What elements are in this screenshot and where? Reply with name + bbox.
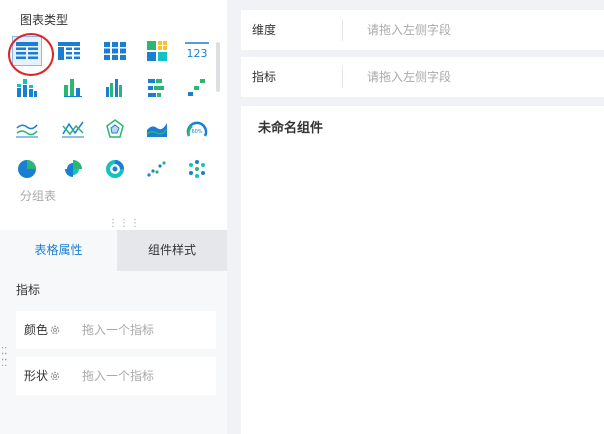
multi-line-icon <box>62 121 84 138</box>
chart-type-area-chart[interactable] <box>142 114 172 144</box>
horizontal-bar-icon <box>148 79 164 97</box>
drop-zone-separator <box>342 66 343 88</box>
chart-type-table[interactable] <box>12 36 42 66</box>
chart-type-scatter[interactable] <box>142 154 172 184</box>
grid-table-icon <box>104 42 126 60</box>
color-metric-input[interactable] <box>82 311 212 349</box>
dimension-placeholder: 请拖入左侧字段 <box>367 23 452 37</box>
chart-type-grouped-bar[interactable] <box>100 73 130 103</box>
component-title[interactable]: 未命名组件 <box>258 117 323 136</box>
shape-metric-field[interactable]: 形状 <box>16 357 216 395</box>
chart-type-waterfall[interactable] <box>182 73 212 103</box>
property-tabs: 表格属性 组件样式 <box>0 230 227 271</box>
grouped-bar-icon <box>106 79 122 97</box>
waterfall-icon <box>188 79 205 96</box>
shape-field-label: 形状 <box>24 369 49 383</box>
chart-type-horizontal-bar[interactable] <box>142 73 172 103</box>
metric-placeholder: 请拖入左侧字段 <box>367 70 452 84</box>
metrics-header: 指标 <box>16 283 41 297</box>
chart-type-kpi-number[interactable]: 123 <box>182 36 212 66</box>
chart-type-grid-table[interactable] <box>100 36 130 66</box>
svg-text:60%: 60% <box>191 129 202 135</box>
chart-type-hover-label: 分组表 <box>20 189 57 203</box>
area-chart-icon <box>146 123 168 137</box>
bubble-icon <box>189 160 205 178</box>
column-bar-icon <box>64 79 82 97</box>
gauge-icon: 60% <box>186 121 208 137</box>
svg-text:123: 123 <box>187 47 208 60</box>
kpi-number-icon: 123 <box>185 42 209 60</box>
chart-type-bubble[interactable] <box>182 154 212 184</box>
rose-pie-icon <box>65 160 82 177</box>
dimension-drop-zone[interactable]: 维度 请拖入左侧字段 <box>241 10 604 50</box>
table-icon <box>16 42 38 59</box>
panel-divider <box>227 0 241 434</box>
chart-type-pie-chart[interactable] <box>12 154 42 184</box>
chart-type-heatmap-table[interactable] <box>142 36 172 66</box>
chart-type-section: 图表类型 123 60% 分组表 ⋮⋮⋮ <box>0 0 227 230</box>
chart-type-radar[interactable] <box>100 114 130 144</box>
chart-type-column-bar[interactable] <box>58 73 88 103</box>
radar-icon <box>106 119 124 138</box>
tab-component-style[interactable]: 组件样式 <box>117 230 227 271</box>
right-panel: 维度 请拖入左侧字段 指标 请拖入左侧字段 未命名组件 <box>241 0 604 434</box>
color-field-label: 颜色 <box>24 323 49 337</box>
left-panel: 图表类型 123 60% 分组表 ⋮⋮⋮ 表格属性 组件样式 指标 颜色 拖入一… <box>0 0 227 434</box>
chart-type-stacked-bar[interactable] <box>12 73 42 103</box>
chart-canvas[interactable]: 未命名组件 <box>241 106 604 434</box>
shape-metric-input[interactable] <box>82 357 212 395</box>
chart-type-multi-line[interactable] <box>58 114 88 144</box>
chart-type-scrollbar[interactable] <box>216 42 220 92</box>
cross-table-icon <box>58 42 80 60</box>
dimension-label: 维度 <box>252 23 277 37</box>
gear-icon[interactable] <box>50 325 60 335</box>
metric-drop-zone[interactable]: 指标 请拖入左侧字段 <box>241 57 604 97</box>
donut-chart-icon <box>106 160 124 178</box>
chart-type-line-chart[interactable] <box>12 114 42 144</box>
line-chart-icon <box>16 124 38 138</box>
tab-table-properties[interactable]: 表格属性 <box>0 230 117 271</box>
stacked-bar-icon <box>17 79 37 97</box>
chart-type-rose-pie[interactable] <box>58 154 88 184</box>
scatter-icon <box>147 161 166 177</box>
resize-handle-vertical[interactable]: ⁚⁚ ⁚⁚ ⁚⁚ <box>1 347 9 369</box>
heatmap-table-icon <box>147 41 167 61</box>
drop-zone-separator <box>342 19 343 41</box>
resize-handle-horizontal[interactable]: ⋮⋮⋮ <box>108 219 141 229</box>
pie-chart-icon <box>18 160 36 178</box>
chart-type-cross-table[interactable] <box>54 36 84 66</box>
chart-type-donut-chart[interactable] <box>100 154 130 184</box>
gear-icon[interactable] <box>50 371 60 381</box>
metric-label: 指标 <box>252 70 277 84</box>
chart-type-gauge[interactable]: 60% <box>182 114 212 144</box>
chart-type-title: 图表类型 <box>20 13 69 27</box>
color-metric-field[interactable]: 颜色 <box>16 311 216 349</box>
